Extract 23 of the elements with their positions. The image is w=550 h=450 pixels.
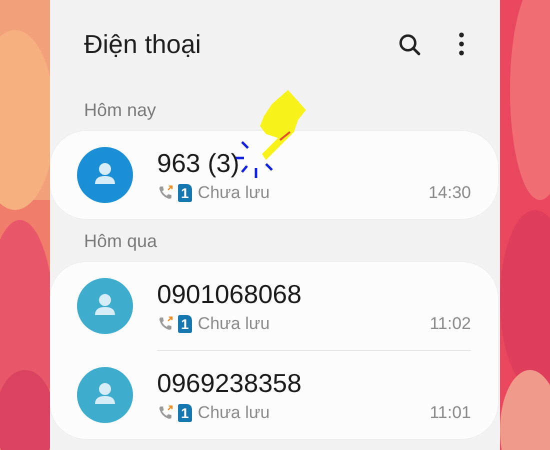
caller-number: 0969238358 — [157, 368, 303, 398]
section-label: Hôm nay — [83, 99, 158, 122]
contact-status: Chưa lưu — [198, 182, 271, 202]
outgoing-call-icon — [157, 315, 174, 332]
more-options-icon[interactable] — [458, 32, 465, 56]
outgoing-call-icon — [157, 404, 174, 421]
call-time: 11:01 — [430, 402, 471, 422]
section-label: Hôm qua — [83, 230, 158, 253]
search-icon[interactable] — [397, 32, 422, 56]
outgoing-call-icon — [157, 184, 174, 201]
call-time: 14:30 — [428, 182, 471, 202]
contact-status: Chưa lưu — [198, 314, 271, 334]
caller-number: 963 (3) — [157, 148, 240, 178]
sim-badge: 1 — [178, 184, 192, 202]
sim-badge: 1 — [178, 314, 192, 332]
call-log-item[interactable]: 963 (3) 1 Chưa lưu 14:30 — [77, 131, 471, 219]
call-log-item[interactable]: 0901068068 1 Chưa lưu 11:02 — [77, 262, 471, 350]
sim-badge: 1 — [178, 404, 192, 422]
app-title: Điện thoại — [84, 28, 202, 60]
contact-status: Chưa lưu — [198, 402, 271, 422]
call-time: 11:02 — [430, 314, 471, 334]
call-log-item[interactable]: 0969238358 1 Chưa lưu 11:01 — [157, 350, 471, 439]
caller-number: 0901068068 — [157, 278, 303, 310]
